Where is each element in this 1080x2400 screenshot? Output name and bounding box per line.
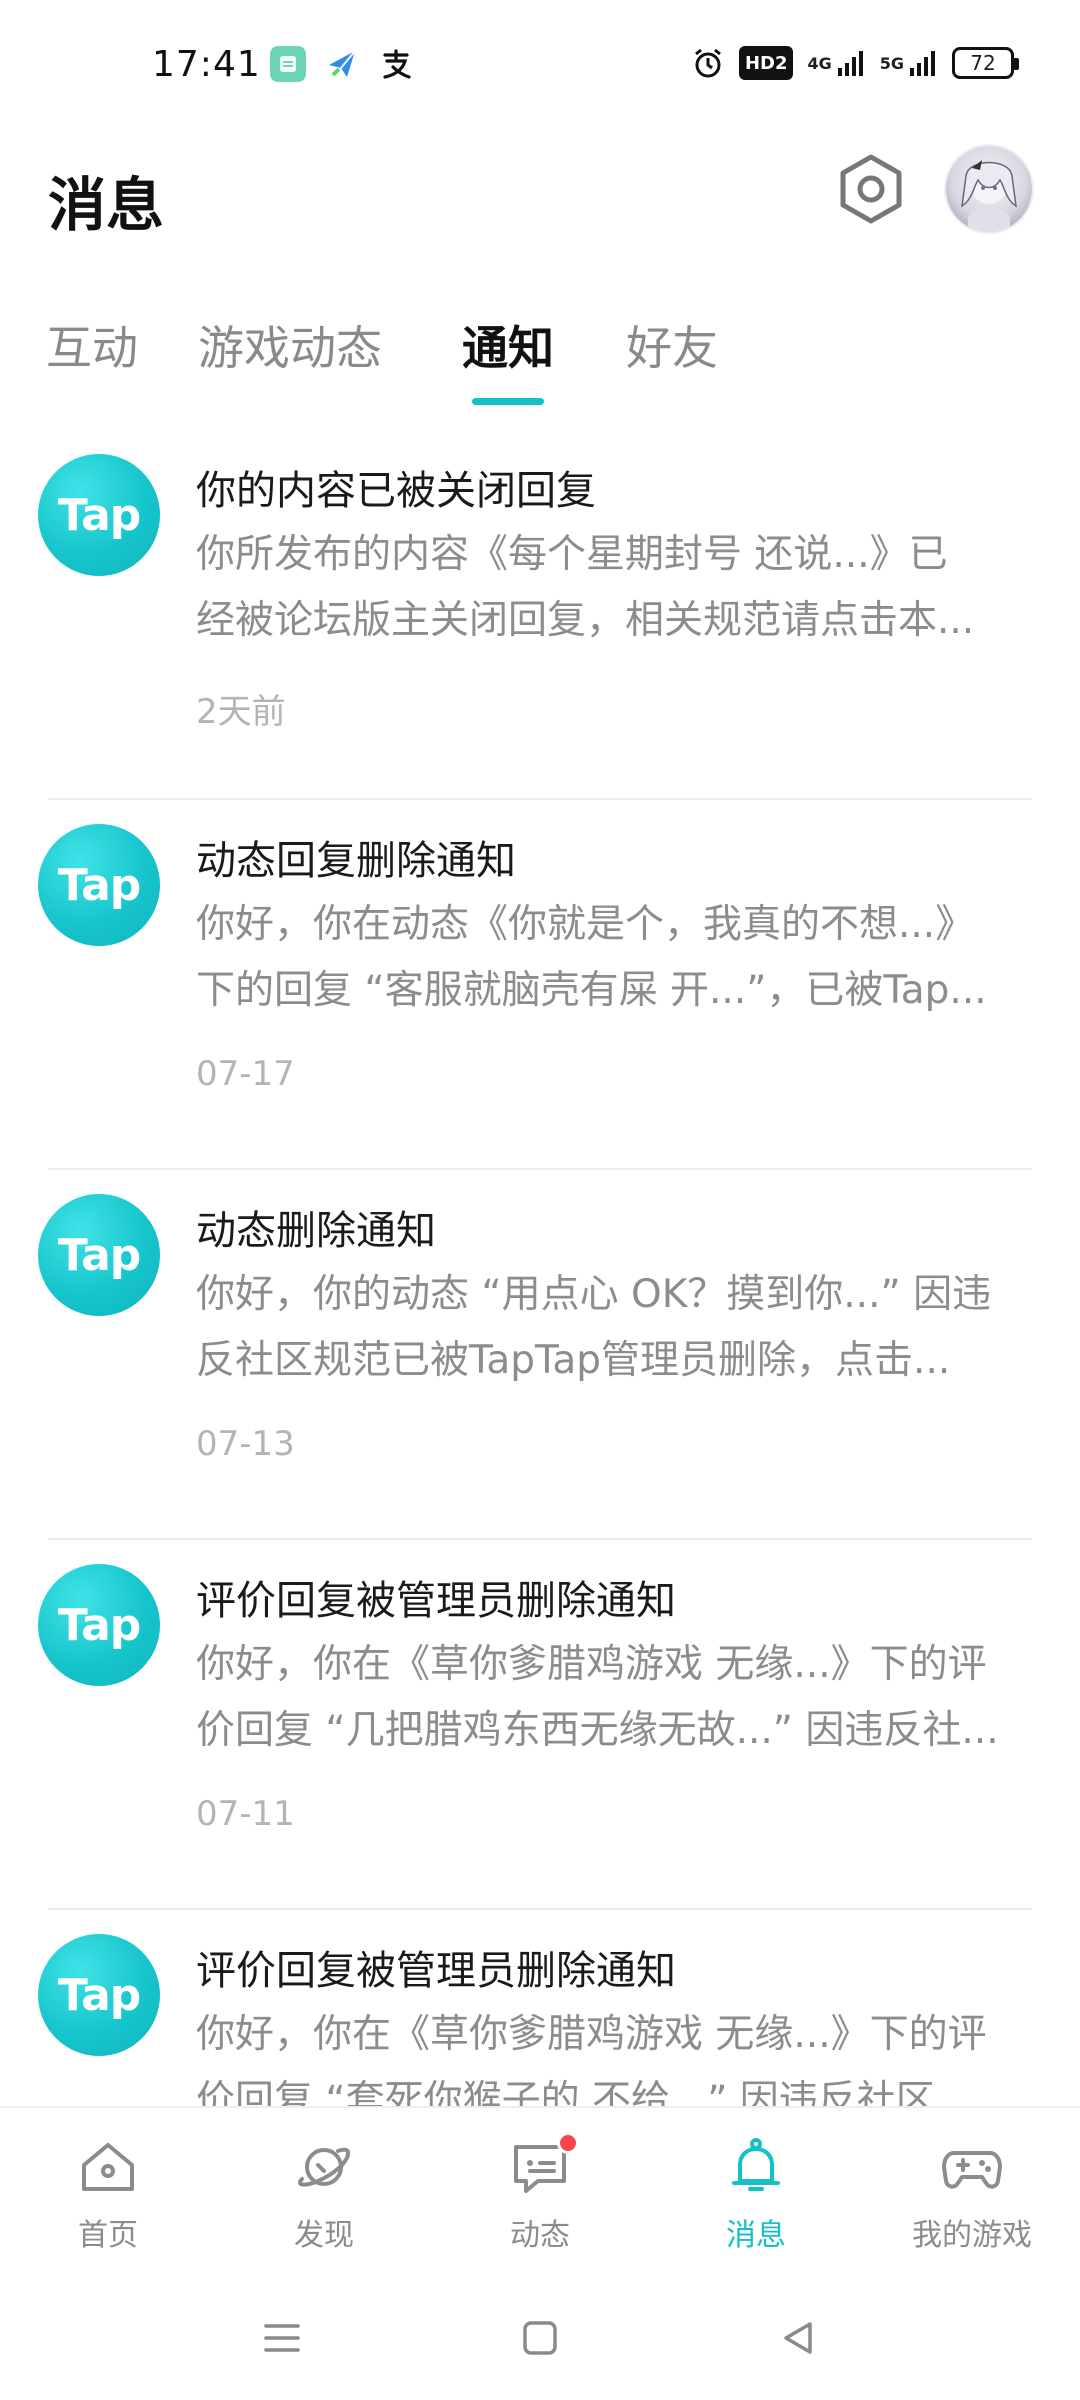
nav-label: 消息	[726, 2218, 786, 2253]
send-icon	[324, 46, 360, 82]
notification-title: 评价回复被管理员删除通知	[196, 1948, 676, 1994]
tab-friends[interactable]: 好友	[626, 312, 718, 378]
status-indicators: HD2 4G 5G 72	[691, 46, 1019, 80]
logo-text: Tap	[57, 1969, 142, 2021]
settings-button[interactable]	[832, 150, 910, 228]
logo-text: Tap	[57, 1229, 142, 1281]
chat-icon	[505, 2132, 579, 2202]
notification-body: 你好，你在《草你爹腊鸡游戏 无缘...》下的评 价回复 “几把腊鸡东西无缘无故.…	[196, 1632, 1036, 1764]
logo-text: Tap	[57, 1599, 142, 1651]
notification-body: 你所发布的内容《每个星期封号 还说...》已 经被论坛版主关闭回复，相关规范请点…	[196, 522, 1036, 654]
taptap-logo-icon: Tap	[38, 1194, 160, 1316]
notification-body-line: 价回复 “几把腊鸡东西无缘无故...” 因违反社...	[196, 1708, 999, 1753]
signal-4g: 4G	[807, 46, 865, 80]
taptap-logo-icon: Tap	[38, 824, 160, 946]
notification-body-line: 你好，你在动态《你就是个，我真的不想...》	[196, 902, 975, 947]
battery-indicator: 72	[952, 47, 1019, 79]
list-item[interactable]: Tap 你的内容已被关闭回复 你所发布的内容《每个星期封号 还说...》已 经被…	[0, 430, 1080, 800]
alarm-icon	[691, 46, 725, 80]
notification-date: 07-17	[196, 1054, 295, 1094]
bottom-nav: 首页 发现 动态 消息 我的游戏	[0, 2106, 1080, 2268]
battery-level: 72	[970, 51, 996, 75]
notification-body-line: 下的回复 “客服就脑壳有屎 开...”，已被Tap...	[196, 968, 987, 1013]
taptap-logo-icon: Tap	[38, 1564, 160, 1686]
list-item[interactable]: Tap 评价回复被管理员删除通知 你好，你在《草你爹腊鸡游戏 无缘...》下的评…	[0, 1910, 1080, 2106]
planet-icon	[289, 2132, 359, 2202]
notification-date: 07-13	[196, 1424, 295, 1464]
notification-body: 你好，你的动态 “用点心 OK？摸到你...” 因违 反社区规范已被TapTap…	[196, 1262, 1036, 1394]
gamepad-icon	[937, 2132, 1007, 2202]
notification-badge	[557, 2132, 579, 2154]
nav-messages[interactable]: 消息	[681, 2132, 831, 2262]
notification-body: 你好，你在动态《你就是个，我真的不想...》 下的回复 “客服就脑壳有屎 开..…	[196, 892, 1036, 1024]
nav-home[interactable]: 首页	[33, 2132, 183, 2262]
nav-label: 发现	[294, 2218, 354, 2253]
notification-body-line: 价回复 “套死你猴子的 不给...” 因违反社区...	[196, 2078, 972, 2106]
alipay-icon	[378, 46, 414, 82]
notification-body-line: 你好，你在《草你爹腊鸡游戏 无缘...》下的评	[196, 2012, 987, 2057]
logo-text: Tap	[57, 859, 142, 911]
square-icon	[523, 2321, 557, 2355]
back-button[interactable]	[768, 2308, 828, 2368]
notification-body-line: 你所发布的内容《每个星期封号 还说...》已	[196, 532, 948, 577]
list-item[interactable]: Tap 动态删除通知 你好，你的动态 “用点心 OK？摸到你...” 因违 反社…	[0, 1170, 1080, 1540]
nav-label: 首页	[78, 2218, 138, 2253]
bell-icon	[721, 2132, 791, 2202]
app-icon	[270, 46, 306, 82]
signal-5g: 5G	[880, 46, 938, 80]
system-nav-bar	[0, 2268, 1080, 2400]
status-bar: 17:41 HD2 4G 5G 72	[0, 0, 1080, 136]
list-item[interactable]: Tap 动态回复删除通知 你好，你在动态《你就是个，我真的不想...》 下的回复…	[0, 800, 1080, 1170]
avatar[interactable]	[946, 146, 1032, 232]
notification-title: 动态回复删除通知	[196, 838, 516, 884]
active-tab-indicator	[472, 398, 544, 405]
page-title: 消息	[48, 171, 165, 239]
notification-date: 2天前	[196, 692, 286, 732]
tab-notifications[interactable]: 通知	[462, 312, 554, 378]
status-app-icons	[270, 46, 414, 82]
menu-button[interactable]	[252, 2308, 312, 2368]
taptap-logo-icon: Tap	[38, 1934, 160, 2056]
taptap-logo-icon: Tap	[38, 454, 160, 576]
notification-date: 07-11	[196, 1794, 295, 1834]
status-time: 17:41	[152, 44, 261, 85]
nav-discover[interactable]: 发现	[249, 2132, 399, 2262]
notification-title: 评价回复被管理员删除通知	[196, 1578, 676, 1624]
home-icon	[73, 2132, 143, 2202]
notification-body-line: 反社区规范已被TapTap管理员删除，点击...	[196, 1338, 951, 1383]
notification-title: 你的内容已被关闭回复	[196, 468, 596, 514]
notification-body-line: 你好，你在《草你爹腊鸡游戏 无缘...》下的评	[196, 1642, 987, 1687]
notification-body-line: 你好，你的动态 “用点心 OK？摸到你...” 因违	[196, 1272, 992, 1317]
notification-list: Tap 你的内容已被关闭回复 你所发布的内容《每个星期封号 还说...》已 经被…	[0, 430, 1080, 2106]
settings-icon	[840, 154, 902, 224]
nav-label: 动态	[510, 2218, 570, 2253]
nav-label: 我的游戏	[912, 2218, 1032, 2253]
nav-feed[interactable]: 动态	[465, 2132, 615, 2262]
back-triangle-icon	[784, 2322, 812, 2354]
tab-bar: 互动 游戏动态 通知 好友	[0, 300, 1080, 410]
menu-icon	[264, 2324, 300, 2352]
notification-body-line: 经被论坛版主关闭回复，相关规范请点击本...	[196, 598, 975, 643]
tab-game-updates[interactable]: 游戏动态	[198, 312, 382, 378]
hd-badge: HD2	[738, 46, 794, 80]
hd-label: HD2	[744, 52, 788, 74]
header: 消息	[0, 136, 1080, 266]
nav-my-games[interactable]: 我的游戏	[897, 2132, 1047, 2262]
home-button[interactable]	[510, 2308, 570, 2368]
logo-text: Tap	[57, 489, 142, 541]
network-5g-label: 5G	[879, 53, 904, 73]
network-4g-label: 4G	[807, 53, 832, 73]
tab-interaction[interactable]: 互动	[46, 312, 138, 378]
notification-title: 动态删除通知	[196, 1208, 436, 1254]
list-item[interactable]: Tap 评价回复被管理员删除通知 你好，你在《草你爹腊鸡游戏 无缘...》下的评…	[0, 1540, 1080, 1910]
notification-body: 你好，你在《草你爹腊鸡游戏 无缘...》下的评 价回复 “套死你猴子的 不给..…	[196, 2002, 1036, 2106]
